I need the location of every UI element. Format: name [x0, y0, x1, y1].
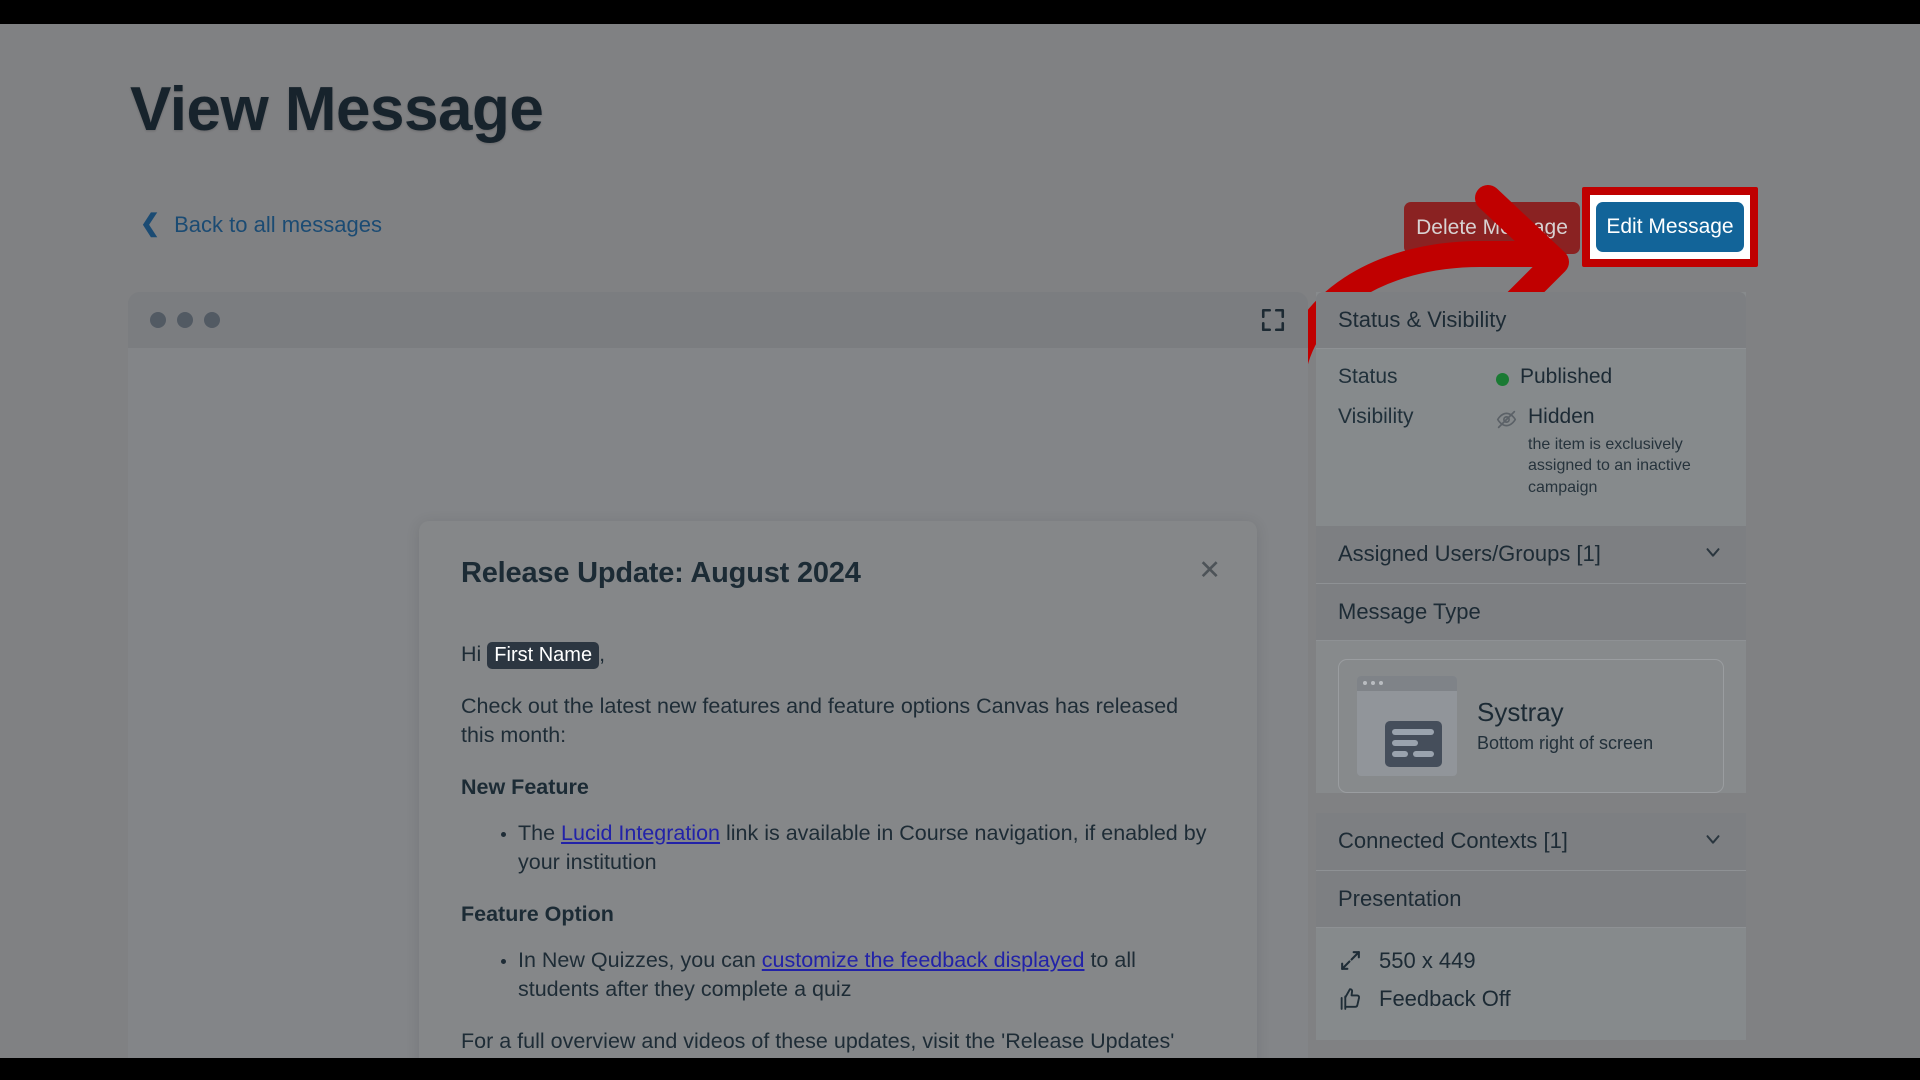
connected-contexts-header[interactable]: Connected Contexts [1] [1316, 812, 1746, 871]
thumbs-up-icon [1340, 988, 1361, 1011]
app-stage: View Message ❮ Back to all messages Dele… [0, 24, 1920, 1058]
edit-message-button[interactable]: Edit Message [1596, 202, 1744, 252]
presentation-header: Presentation [1316, 870, 1746, 928]
outro-paragraph: For a full overview and videos of these … [461, 1028, 1175, 1053]
message-card-body: Hi First Name, Check out the latest new … [461, 640, 1215, 1058]
size-value: 550 x 449 [1379, 947, 1476, 973]
chevron-down-icon [1702, 541, 1724, 568]
visibility-label: Visibility [1338, 405, 1414, 428]
customize-feedback-link[interactable]: customize the feedback displayed [762, 948, 1085, 972]
page-title: View Message [130, 75, 544, 144]
message-type-section: Message Type Systray Bottom right of scr… [1316, 583, 1746, 793]
message-type-header-label: Message Type [1338, 598, 1481, 624]
status-dot-icon [1496, 373, 1509, 386]
feature-option-list: In New Quizzes, you can customize the fe… [461, 946, 1215, 1005]
message-type-card[interactable]: Systray Bottom right of screen [1338, 658, 1724, 793]
status-visibility-header-label: Status & Visibility [1338, 307, 1507, 332]
list-item: In New Quizzes, you can customize the fe… [518, 946, 1215, 1005]
presentation-section: Presentation 550 x 449 Feedback Off [1316, 870, 1746, 1040]
status-visibility-rows: Status Published Visibility Hidden the i… [1316, 349, 1746, 526]
back-link-label: Back to all messages [174, 212, 382, 237]
presentation-header-label: Presentation [1338, 885, 1462, 911]
assigned-users-groups-header[interactable]: Assigned Users/Groups [1] [1316, 525, 1746, 584]
bullet2-pre: In New Quizzes, you can [518, 947, 762, 972]
systray-preview-icon [1357, 675, 1457, 776]
chevron-down-icon [1702, 828, 1724, 855]
eye-off-icon [1496, 410, 1517, 429]
status-row: Status Published [1338, 365, 1724, 389]
greeting-line: Hi First Name, [461, 640, 1215, 670]
assigned-users-groups-label: Assigned Users/Groups [1] [1338, 541, 1601, 567]
bullet1-pre: The [518, 820, 562, 845]
preview-body: Release Update: August 2024 ✕ Hi First N… [128, 348, 1308, 1058]
message-type-description: Bottom right of screen [1477, 733, 1654, 754]
close-icon[interactable]: ✕ [1198, 557, 1221, 584]
size-row: 550 x 449 [1316, 942, 1746, 980]
status-visibility-header: Status & Visibility [1316, 292, 1746, 349]
visibility-row: Visibility Hidden the item is exclusivel… [1338, 405, 1724, 498]
status-badge: Published [1520, 365, 1613, 388]
preview-chrome-bar [128, 292, 1308, 348]
message-type-name: Systray [1477, 697, 1564, 728]
message-card: Release Update: August 2024 ✕ Hi First N… [419, 521, 1257, 1058]
section-feature-option: Feature Option [461, 901, 614, 926]
greeting-prefix: Hi [461, 642, 488, 666]
feedback-row: Feedback Off [1316, 980, 1746, 1018]
greeting-suffix: , [599, 642, 606, 666]
merge-token: First Name [487, 642, 600, 669]
status-label: Status [1338, 365, 1398, 388]
back-to-all-messages-link[interactable]: ❮ Back to all messages [140, 212, 382, 238]
visibility-value: Hidden [1528, 405, 1595, 428]
status-value-wrap: Published [1496, 365, 1612, 389]
status-visibility-section: Status & Visibility Status Published Vis… [1316, 292, 1746, 526]
presentation-rows: 550 x 449 Feedback Off [1316, 927, 1746, 1040]
message-preview-pane: Release Update: August 2024 ✕ Hi First N… [128, 292, 1308, 1058]
details-sidebar: Status & Visibility Status Published Vis… [1316, 292, 1746, 1058]
resize-icon [1341, 951, 1360, 971]
chevron-left-icon: ❮ [140, 210, 161, 237]
window-dots-icon [150, 312, 220, 328]
lucid-integration-link[interactable]: Lucid Integration [561, 821, 720, 845]
list-item: The Lucid Integration link is available … [518, 819, 1215, 878]
new-feature-list: The Lucid Integration link is available … [461, 819, 1215, 878]
connected-contexts-label: Connected Contexts [1] [1338, 828, 1568, 854]
expand-fullscreen-icon[interactable] [1260, 307, 1286, 333]
delete-message-button[interactable]: Delete Message [1404, 202, 1580, 254]
feedback-value: Feedback Off [1379, 985, 1511, 1011]
visibility-value-wrap: Hidden the item is exclusively assigned … [1496, 405, 1704, 498]
intro-paragraph: Check out the latest new features and fe… [461, 693, 1179, 748]
visibility-note: the item is exclusively assigned to an i… [1528, 436, 1691, 496]
message-card-title: Release Update: August 2024 [461, 557, 861, 589]
section-new-feature: New Feature [461, 774, 589, 799]
message-type-header: Message Type [1316, 583, 1746, 641]
